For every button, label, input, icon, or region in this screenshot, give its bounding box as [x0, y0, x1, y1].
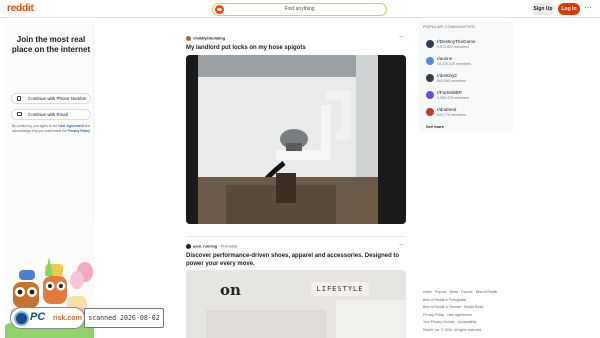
terms-text: By continuing, you agree to our User Agr… — [11, 124, 91, 133]
post-image[interactable] — [186, 55, 406, 224]
footer-copyright: Reddit, Inc. © 2026. All rights reserved… — [423, 327, 482, 332]
community-avatar — [426, 108, 434, 116]
promoted-author[interactable]: u/on_running · Promoted — [186, 244, 237, 249]
pcrisk-watermark: PC risk.com — [10, 307, 85, 329]
community-item[interactable]: r/DestinyTheGame 3,572,801 members — [426, 38, 511, 49]
reddit-logo[interactable]: reddit — [7, 3, 34, 14]
footer-line[interactable]: Best of Reddit in German · Reddit Rules — [423, 304, 523, 312]
footer-links: Home · Popular · News · Explore · Best o… — [423, 289, 523, 334]
search-placeholder: Find anything — [284, 6, 315, 12]
post-divider — [186, 236, 406, 237]
sign-up-button[interactable]: Sign Up — [531, 3, 555, 15]
search-bar[interactable]: Find anything — [212, 3, 387, 16]
popular-communities-heading: POPULAR COMMUNITIES — [423, 25, 475, 29]
signup-title: Join the most real place on the internet — [11, 35, 91, 54]
advertiser-avatar — [186, 244, 191, 249]
post-author[interactable]: r/mildlyinfuriating — [186, 36, 225, 41]
community-item[interactable]: r/destiny2 963,590 members — [426, 72, 511, 83]
promoted-title[interactable]: Discover performance-driven shoes, appar… — [186, 253, 402, 268]
community-avatar — [426, 91, 434, 99]
mail-icon — [17, 112, 22, 116]
community-avatar — [426, 40, 434, 48]
post-title[interactable]: My landlord put locks on my hose spigots — [186, 45, 306, 51]
footer-line[interactable]: Best of Reddit in Portuguese — [423, 297, 523, 305]
top-bar: reddit Find anything Sign Up Log In ··· — [0, 0, 600, 18]
brand-logo: on — [220, 281, 241, 299]
scanned-stamp: scanned 2026-08-02 — [84, 308, 164, 328]
footer-line[interactable]: Your Privacy Choices · Accessibility — [423, 319, 523, 327]
promoted-more-icon[interactable]: ··· — [399, 242, 404, 248]
phone-icon — [17, 96, 21, 101]
log-in-button[interactable]: Log In — [558, 3, 580, 15]
community-item[interactable]: r/anime 14,370,225 members — [426, 55, 511, 66]
promoted-image[interactable] — [186, 270, 406, 338]
footer-line[interactable]: Privacy Policy · User Agreement — [423, 312, 523, 320]
continue-phone-button[interactable]: Continue with Phone Number — [11, 93, 91, 104]
footer-line[interactable]: Home · Popular · News · Explore · Best o… — [423, 289, 523, 297]
see-more-link[interactable]: See more — [426, 124, 444, 129]
hose-spigot-photo — [186, 55, 406, 224]
popular-communities-panel: POPULAR COMMUNITIES r/DestinyTheGame 3,5… — [419, 22, 514, 132]
continue-email-button[interactable]: Continue with Email — [11, 109, 91, 120]
community-avatar — [426, 74, 434, 82]
user-agreement-link[interactable]: User Agreement — [58, 124, 83, 128]
community-item[interactable]: r/FortniteBR 3,960,475 members — [426, 89, 511, 100]
more-options-icon[interactable]: ··· — [584, 3, 592, 13]
signup-panel: Join the most real place on the internet… — [5, 22, 94, 338]
community-item[interactable]: r/dndnext 824,770 members — [426, 106, 511, 117]
lifestyle-tag: LIFESTYLE — [311, 282, 369, 296]
post-more-icon[interactable]: ··· — [399, 34, 404, 40]
pcrisk-logo-icon — [14, 311, 29, 326]
subreddit-avatar — [186, 36, 191, 41]
privacy-policy-link[interactable]: Privacy Policy — [68, 129, 90, 133]
community-avatar — [426, 57, 434, 65]
